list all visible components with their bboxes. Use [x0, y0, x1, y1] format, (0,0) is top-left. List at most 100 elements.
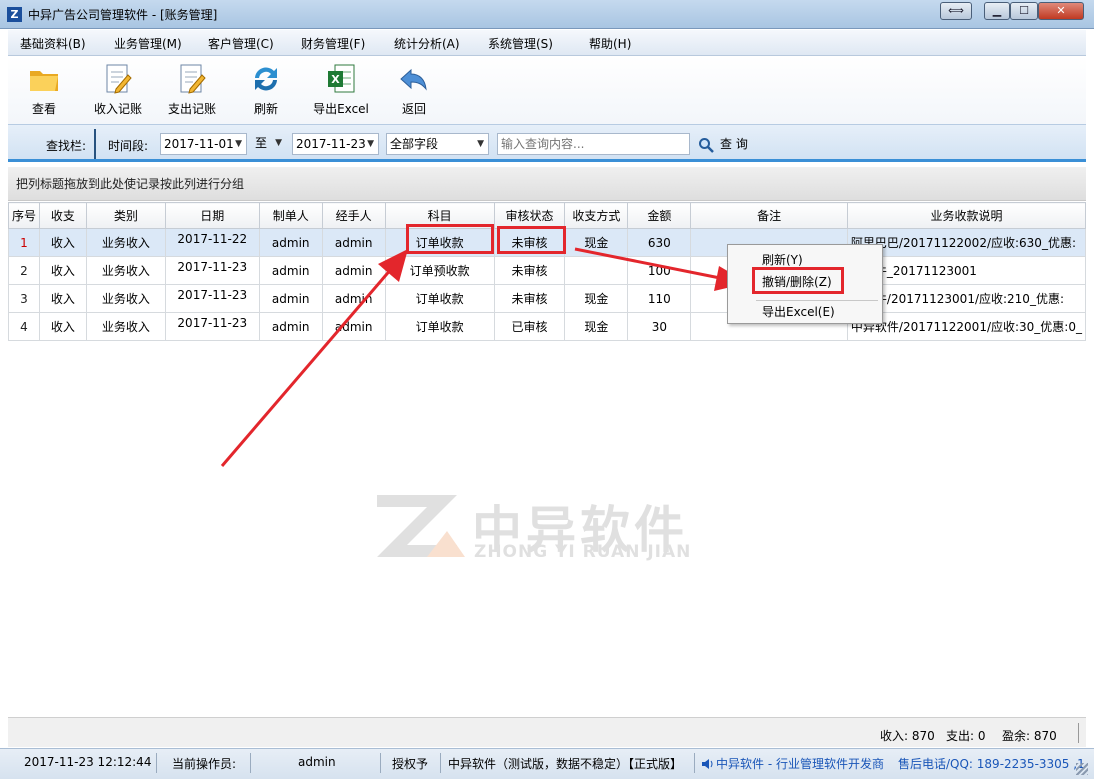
cell-payment-method[interactable]: 现金 [564, 312, 629, 341]
expense-entry-button[interactable]: 支出记账 [162, 62, 222, 117]
menu-customers[interactable]: 客户管理(C) [208, 35, 274, 52]
table-row[interactable]: 1 收入 业务收入 2017-11-22 admin admin 订单收款 未审… [8, 228, 1086, 257]
range-to-dropdown[interactable]: 至 ▼ [252, 133, 286, 155]
cell-description[interactable]: 中异软件/20171122001/应收:30_优惠:0_ [846, 312, 1086, 341]
cell-date[interactable]: 2017-11-23 [164, 284, 260, 313]
back-button[interactable]: 返回 [384, 62, 444, 117]
cell-category[interactable]: 业务收入 [85, 284, 166, 313]
menu-business[interactable]: 业务管理(M) [114, 35, 182, 52]
search-input[interactable] [497, 133, 690, 155]
cell-date[interactable]: 2017-11-23 [164, 256, 260, 285]
field-select[interactable]: 全部字段 ▼ [386, 133, 489, 155]
cell-description[interactable]: 阿里巴巴/20171122002/应收:630_优惠: [846, 228, 1086, 257]
col-header-date[interactable]: 日期 [164, 202, 260, 229]
group-by-area[interactable]: 把列标题拖放到此处使记录按此列进行分组 [8, 167, 1086, 201]
menu-statistics[interactable]: 统计分析(A) [394, 35, 460, 52]
menu-help[interactable]: 帮助(H) [589, 35, 631, 52]
status-vendor-link[interactable]: 中异软件 - 行业管理软件开发商 [716, 755, 884, 772]
context-menu-undo-delete[interactable]: 撤销/删除(Z) [762, 273, 832, 290]
cell-subject[interactable]: 订单收款 [384, 284, 495, 313]
cell-payment-method[interactable] [564, 256, 629, 285]
maximize-button[interactable]: ☐ [1010, 2, 1038, 20]
cell-audit-status[interactable]: 未审核 [493, 256, 566, 285]
company-watermark: 中异软件 ZHONG YI RUAN JIAN [372, 490, 732, 565]
col-header-amount[interactable]: 金额 [627, 202, 692, 229]
cell-seq[interactable]: 3 [8, 284, 40, 313]
cell-amount[interactable]: 630 [627, 228, 692, 257]
context-menu-export-excel[interactable]: 导出Excel(E) [762, 303, 835, 320]
cell-type[interactable]: 收入 [38, 256, 87, 285]
cell-subject[interactable]: 订单收款 [384, 228, 495, 257]
cell-payment-method[interactable]: 现金 [564, 228, 629, 257]
cell-payment-method[interactable]: 现金 [564, 284, 629, 313]
back-arrow-icon [400, 68, 427, 91]
cell-amount[interactable]: 110 [627, 284, 692, 313]
company-logo-icon [377, 495, 465, 557]
close-button[interactable]: ✕ [1038, 2, 1084, 20]
cell-type[interactable]: 收入 [38, 284, 87, 313]
cell-date[interactable]: 2017-11-23 [164, 312, 260, 341]
cell-maker[interactable]: admin [258, 228, 323, 257]
window-title: 中异广告公司管理软件 - [账务管理] [28, 8, 218, 22]
resize-grip-icon[interactable] [1076, 763, 1088, 775]
search-bar-label: 查找栏: [46, 139, 87, 153]
cell-handler[interactable]: admin [321, 228, 386, 257]
cell-subject[interactable]: 订单预收款 [384, 256, 495, 285]
col-header-payment-method[interactable]: 收支方式 [564, 202, 629, 229]
cell-maker[interactable]: admin [258, 312, 323, 341]
col-header-description[interactable]: 业务收款说明 [846, 202, 1086, 229]
context-menu-refresh[interactable]: 刷新(Y) [762, 251, 803, 268]
restore-window-button[interactable]: ⟺ [940, 2, 972, 20]
cell-handler[interactable]: admin [321, 312, 386, 341]
edit-doc-icon [106, 64, 132, 94]
cell-audit-status[interactable]: 未审核 [493, 284, 566, 313]
cell-category[interactable]: 业务收入 [85, 228, 166, 257]
cell-seq[interactable]: 2 [8, 256, 40, 285]
status-support-link[interactable]: 售后电话/QQ: 189-2235-3305 ,1 [898, 755, 1085, 772]
cell-category[interactable]: 业务收入 [85, 256, 166, 285]
col-header-note[interactable]: 备注 [690, 202, 848, 229]
query-button[interactable]: 查 询 [698, 133, 748, 155]
app-logo-icon: Z [7, 7, 22, 22]
table-header-row: 序号 收支 类别 日期 制单人 经手人 科目 审核状态 收支方式 金额 备注 业… [8, 202, 1086, 229]
col-header-subject[interactable]: 科目 [384, 202, 495, 229]
toolbar: 查看 收入记账 支出记账 刷新 X 导出Excel 返回 [8, 56, 1086, 124]
table-row[interactable]: 2 收入 业务收入 2017-11-23 admin admin 订单预收款 未… [8, 256, 1086, 285]
cell-category[interactable]: 业务收入 [85, 312, 166, 341]
menu-basic-data[interactable]: 基础资料(B) [20, 35, 86, 52]
menu-finance[interactable]: 财务管理(F) [301, 35, 365, 52]
cell-maker[interactable]: admin [258, 256, 323, 285]
menu-system[interactable]: 系统管理(S) [488, 35, 553, 52]
status-divider [380, 753, 381, 773]
cell-type[interactable]: 收入 [38, 228, 87, 257]
cell-subject[interactable]: 订单收款 [384, 312, 495, 341]
cell-handler[interactable]: admin [321, 284, 386, 313]
cell-seq[interactable]: 1 [8, 228, 40, 257]
col-header-handler[interactable]: 经手人 [321, 202, 386, 229]
income-entry-button[interactable]: 收入记账 [88, 62, 148, 117]
cell-description[interactable]: 异软件_20171123001 [846, 256, 1086, 285]
cell-date[interactable]: 2017-11-22 [164, 228, 260, 257]
col-header-type[interactable]: 收支 [38, 202, 87, 229]
export-excel-button[interactable]: X 导出Excel [310, 62, 372, 117]
cell-handler[interactable]: admin [321, 256, 386, 285]
refresh-button[interactable]: 刷新 [236, 62, 296, 117]
cell-audit-status[interactable]: 未审核 [493, 228, 566, 257]
cell-amount[interactable]: 30 [627, 312, 692, 341]
cell-audit-status[interactable]: 已审核 [493, 312, 566, 341]
table-row[interactable]: 3 收入 业务收入 2017-11-23 admin admin 订单收款 未审… [8, 284, 1086, 313]
cell-seq[interactable]: 4 [8, 312, 40, 341]
cell-description[interactable]: 异软件/20171123001/应收:210_优惠: [846, 284, 1086, 313]
cell-amount[interactable]: 100 [627, 256, 692, 285]
cell-maker[interactable]: admin [258, 284, 323, 313]
start-date-picker[interactable]: 2017-11-01 ▼ [160, 133, 247, 155]
view-button[interactable]: 查看 [14, 62, 74, 117]
minimize-button[interactable]: ▁ [984, 2, 1010, 20]
end-date-picker[interactable]: 2017-11-23 ▼ [292, 133, 379, 155]
col-header-category[interactable]: 类别 [85, 202, 166, 229]
col-header-maker[interactable]: 制单人 [258, 202, 323, 229]
table-row[interactable]: 4 收入 业务收入 2017-11-23 admin admin 订单收款 已审… [8, 312, 1086, 341]
col-header-seq[interactable]: 序号 [8, 202, 40, 229]
cell-type[interactable]: 收入 [38, 312, 87, 341]
col-header-audit-status[interactable]: 审核状态 [493, 202, 566, 229]
